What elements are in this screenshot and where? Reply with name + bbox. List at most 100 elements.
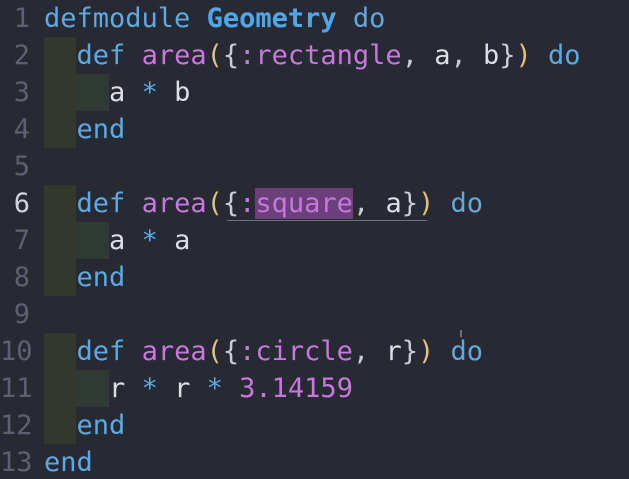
code-token: area (141, 40, 207, 71)
code-line[interactable]: 4 end (0, 111, 629, 148)
code-line[interactable]: 6 def area({:square, a}) do (0, 185, 629, 222)
code-token: defmodule (44, 3, 191, 34)
code-token: ( (206, 188, 223, 219)
code-token: a (385, 188, 402, 219)
code-token: area (141, 336, 207, 367)
code-token: * (141, 225, 158, 256)
code-text: def area({:rectangle, a, b}) do (44, 37, 581, 74)
code-editor[interactable]: 1 defmodule Geometry do 2 def area({:recta… (0, 0, 629, 479)
code-token: Geometry (206, 3, 337, 34)
code-line[interactable]: 5 (0, 148, 629, 185)
code-token: * (206, 373, 223, 404)
code-text: def area({:square, a}) do (44, 185, 483, 222)
line-number: 8 (13, 262, 30, 293)
code-token: b (482, 40, 500, 71)
code-line[interactable]: 12 end (0, 407, 629, 444)
code-token: a (109, 225, 126, 256)
line-number: 1 (13, 3, 30, 34)
line-number: 7 (13, 225, 30, 256)
code-token: do (450, 336, 484, 367)
code-line[interactable]: 13 end (0, 444, 629, 479)
code-line[interactable]: 2 def area({:rectangle, a, b}) do (0, 37, 629, 74)
code-token: a (434, 40, 451, 71)
code-token: ) (417, 336, 435, 367)
code-token: ( (206, 40, 223, 71)
code-token: a (109, 77, 126, 108)
code-token: , (401, 40, 435, 71)
code-token: def (76, 336, 126, 367)
code-line[interactable]: 7 a * a (0, 222, 629, 259)
code-token: ( (206, 336, 223, 367)
line-number: 4 (13, 114, 30, 145)
line-number: 6 (13, 188, 30, 219)
code-line[interactable]: 10 def area({:circle, r}) do (0, 333, 629, 370)
line-number: 5 (13, 151, 30, 182)
selected-word-highlight: square (255, 188, 353, 219)
line-number: 3 (13, 77, 30, 108)
code-token: 3.14159 (239, 373, 353, 404)
code-token: , (352, 188, 386, 219)
code-text: def area({:circle, r}) do (44, 333, 484, 370)
code-token: def (76, 188, 126, 219)
code-token: end (76, 114, 126, 145)
code-text: end (44, 259, 126, 296)
code-token: { (222, 40, 240, 71)
line-number: 10 (0, 336, 33, 367)
code-token: { (222, 188, 240, 219)
code-text: end (44, 111, 126, 148)
line-number: 12 (0, 410, 33, 441)
code-token: :rectangle (239, 40, 402, 71)
code-token: end (76, 262, 126, 293)
code-token: : (239, 188, 256, 219)
code-token: area (141, 188, 207, 219)
code-line[interactable]: 3 a * b (0, 74, 629, 111)
code-token: * (141, 373, 158, 404)
code-text: r * r * 3.14159 (44, 370, 353, 407)
code-token: , (450, 40, 483, 71)
code-token: end (76, 410, 126, 441)
code-line[interactable]: 1 defmodule Geometry do (0, 0, 629, 37)
code-line[interactable]: 8 end (0, 259, 629, 296)
code-token: r (174, 373, 191, 404)
code-token: ) (515, 40, 532, 71)
line-number: 9 (13, 299, 30, 330)
line-number: 2 (13, 40, 30, 71)
line-number: 13 (0, 447, 33, 478)
code-token: do (450, 188, 484, 219)
code-text: end (44, 444, 93, 479)
code-line[interactable]: 9 (0, 296, 629, 333)
code-token: do (352, 3, 386, 34)
code-token: r (385, 336, 402, 367)
code-line[interactable]: 11 r * r * 3.14159 (0, 370, 629, 407)
code-token: , (352, 336, 386, 367)
line-number: 11 (0, 373, 33, 404)
code-token: { (222, 336, 240, 367)
code-token: end (44, 447, 93, 478)
code-token: * (141, 77, 158, 108)
code-token: def (76, 40, 126, 71)
code-text: a * a (44, 222, 190, 259)
code-token: } (499, 40, 516, 71)
